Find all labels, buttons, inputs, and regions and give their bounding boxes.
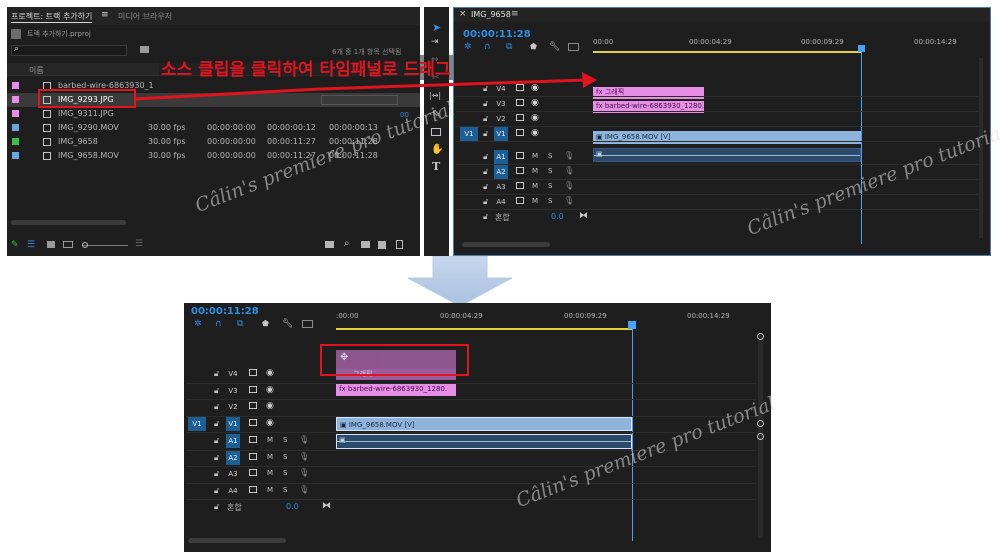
clip-video[interactable]: ▣ IMG_9658.MOV [V] <box>336 417 632 431</box>
add-marker-icon[interactable]: ⬟ <box>262 319 269 328</box>
source-clip-highlight <box>38 89 136 108</box>
ruler-tick-label: 00:00:09:29 <box>564 312 607 320</box>
clip-barbed-wire[interactable]: fx barbed-wire-6863930_1280. <box>336 383 456 396</box>
track-target-a4[interactable]: A4 <box>226 484 240 498</box>
mute-button[interactable]: M <box>267 453 273 461</box>
solo-button[interactable]: S <box>283 436 287 444</box>
lock-icon[interactable]: 🔓︎ <box>214 369 219 379</box>
barbed-clip-label: barbed-wire-6863930_1280. <box>347 385 448 393</box>
wrench-icon[interactable]: 🔧︎ <box>282 319 293 329</box>
work-area-bar[interactable] <box>336 328 632 330</box>
scroll-handle-mid[interactable] <box>757 420 764 427</box>
solo-button[interactable]: S <box>283 486 287 494</box>
audio-clip-icon: ▣ <box>339 436 346 444</box>
mute-button[interactable]: M <box>267 486 273 494</box>
scroll-handle-mid[interactable] <box>757 433 764 440</box>
lock-icon[interactable]: 🔓︎ <box>214 402 219 412</box>
microphone-icon[interactable]: 🎙︎ <box>299 435 309 444</box>
ruler-tick-label: 00:00:04:29 <box>440 312 483 320</box>
instruction-caption: 소스 클립을 클릭하여 타임패널로 드래그 <box>159 55 453 80</box>
ruler-tick-label: 00:00:14:29 <box>687 312 730 320</box>
track-divider <box>186 466 756 467</box>
microphone-icon[interactable]: 🎙︎ <box>299 485 309 494</box>
eye-icon[interactable]: ◉ <box>266 368 274 378</box>
drag-arrowhead <box>582 72 597 88</box>
eye-icon[interactable]: ◉ <box>266 418 274 428</box>
snap-icon[interactable]: ∩ <box>215 319 222 329</box>
audio-waveform <box>337 441 631 442</box>
track-target-a1[interactable]: A1 <box>226 434 240 448</box>
eye-icon[interactable]: ◉ <box>266 401 274 411</box>
drag-arrow-path <box>133 78 587 101</box>
mute-button[interactable]: M <box>267 469 273 477</box>
nest-icon[interactable]: ✲ <box>194 319 202 329</box>
playhead-line <box>632 329 633 541</box>
track-divider <box>186 482 756 484</box>
captions-icon[interactable] <box>302 320 313 328</box>
sync-lock-icon[interactable] <box>249 452 257 460</box>
scroll-handle-top[interactable] <box>757 333 764 340</box>
sync-lock-icon[interactable] <box>249 485 257 493</box>
source-patch-v1[interactable]: V1 <box>188 416 206 431</box>
sync-lock-icon[interactable] <box>249 436 257 443</box>
track-divider <box>186 499 756 500</box>
playhead-handle[interactable] <box>628 321 636 329</box>
mix-label: 혼합 <box>227 503 242 512</box>
track-target-v2[interactable]: V2 <box>226 400 240 414</box>
sync-lock-icon[interactable] <box>249 402 257 409</box>
mute-button[interactable]: M <box>267 436 273 444</box>
sync-lock-icon[interactable] <box>249 369 257 376</box>
lock-icon[interactable]: 🔓︎ <box>214 419 219 429</box>
lock-icon[interactable]: 🔓︎ <box>214 436 219 446</box>
lock-icon[interactable]: 🔓︎ <box>214 502 219 512</box>
microphone-icon[interactable]: 🎙︎ <box>299 468 309 477</box>
track-target-v1[interactable]: V1 <box>226 416 240 431</box>
solo-button[interactable]: S <box>283 469 287 477</box>
fx-icon: fx <box>339 385 348 393</box>
microphone-icon[interactable]: 🎙︎ <box>299 452 309 461</box>
video-clip-icon: ▣ <box>340 421 349 429</box>
track-divider <box>186 415 756 417</box>
time-ruler[interactable]: :00:00 00:00:04:29 00:00:09:29 00:00:14:… <box>336 309 756 331</box>
track-target-v3[interactable]: V3 <box>226 384 240 398</box>
eye-icon[interactable]: ◉ <box>266 385 274 395</box>
sync-lock-icon[interactable] <box>249 418 257 426</box>
solo-button[interactable]: S <box>283 453 287 461</box>
sync-lock-icon[interactable] <box>249 385 257 393</box>
timeline-tool-row: ✲ ∩ ⧉ ⬟ 🔧︎ <box>194 319 319 331</box>
track-target-a3[interactable]: A3 <box>226 467 240 481</box>
sync-lock-icon[interactable] <box>249 469 257 476</box>
lock-icon[interactable]: 🔓︎ <box>214 469 219 479</box>
track-target-a2[interactable]: A2 <box>226 450 240 465</box>
linked-selection-icon[interactable]: ⧉ <box>237 319 243 329</box>
track-divider <box>186 399 756 400</box>
drop-target-highlight <box>320 344 469 376</box>
track-target-v4[interactable]: V4 <box>226 367 240 381</box>
ruler-tick-label: :00:00 <box>336 312 359 320</box>
track-divider <box>186 382 756 384</box>
timeline-h-scroll[interactable] <box>188 538 286 543</box>
go-to-end-icon[interactable]: ⧓ <box>322 501 331 511</box>
timecode-display[interactable]: 00:00:11:28 <box>191 306 259 317</box>
lock-icon[interactable]: 🔓︎ <box>214 453 219 463</box>
video-clip-label: IMG_9658.MOV [V] <box>348 421 415 429</box>
lock-icon[interactable]: 🔓︎ <box>214 386 219 396</box>
down-arrow <box>407 256 513 307</box>
clip-audio[interactable]: ▣ <box>336 434 632 449</box>
lock-icon[interactable]: 🔓︎ <box>214 486 219 496</box>
down-arrow-shape <box>407 256 513 307</box>
mix-value[interactable]: 0.0 <box>286 502 299 511</box>
